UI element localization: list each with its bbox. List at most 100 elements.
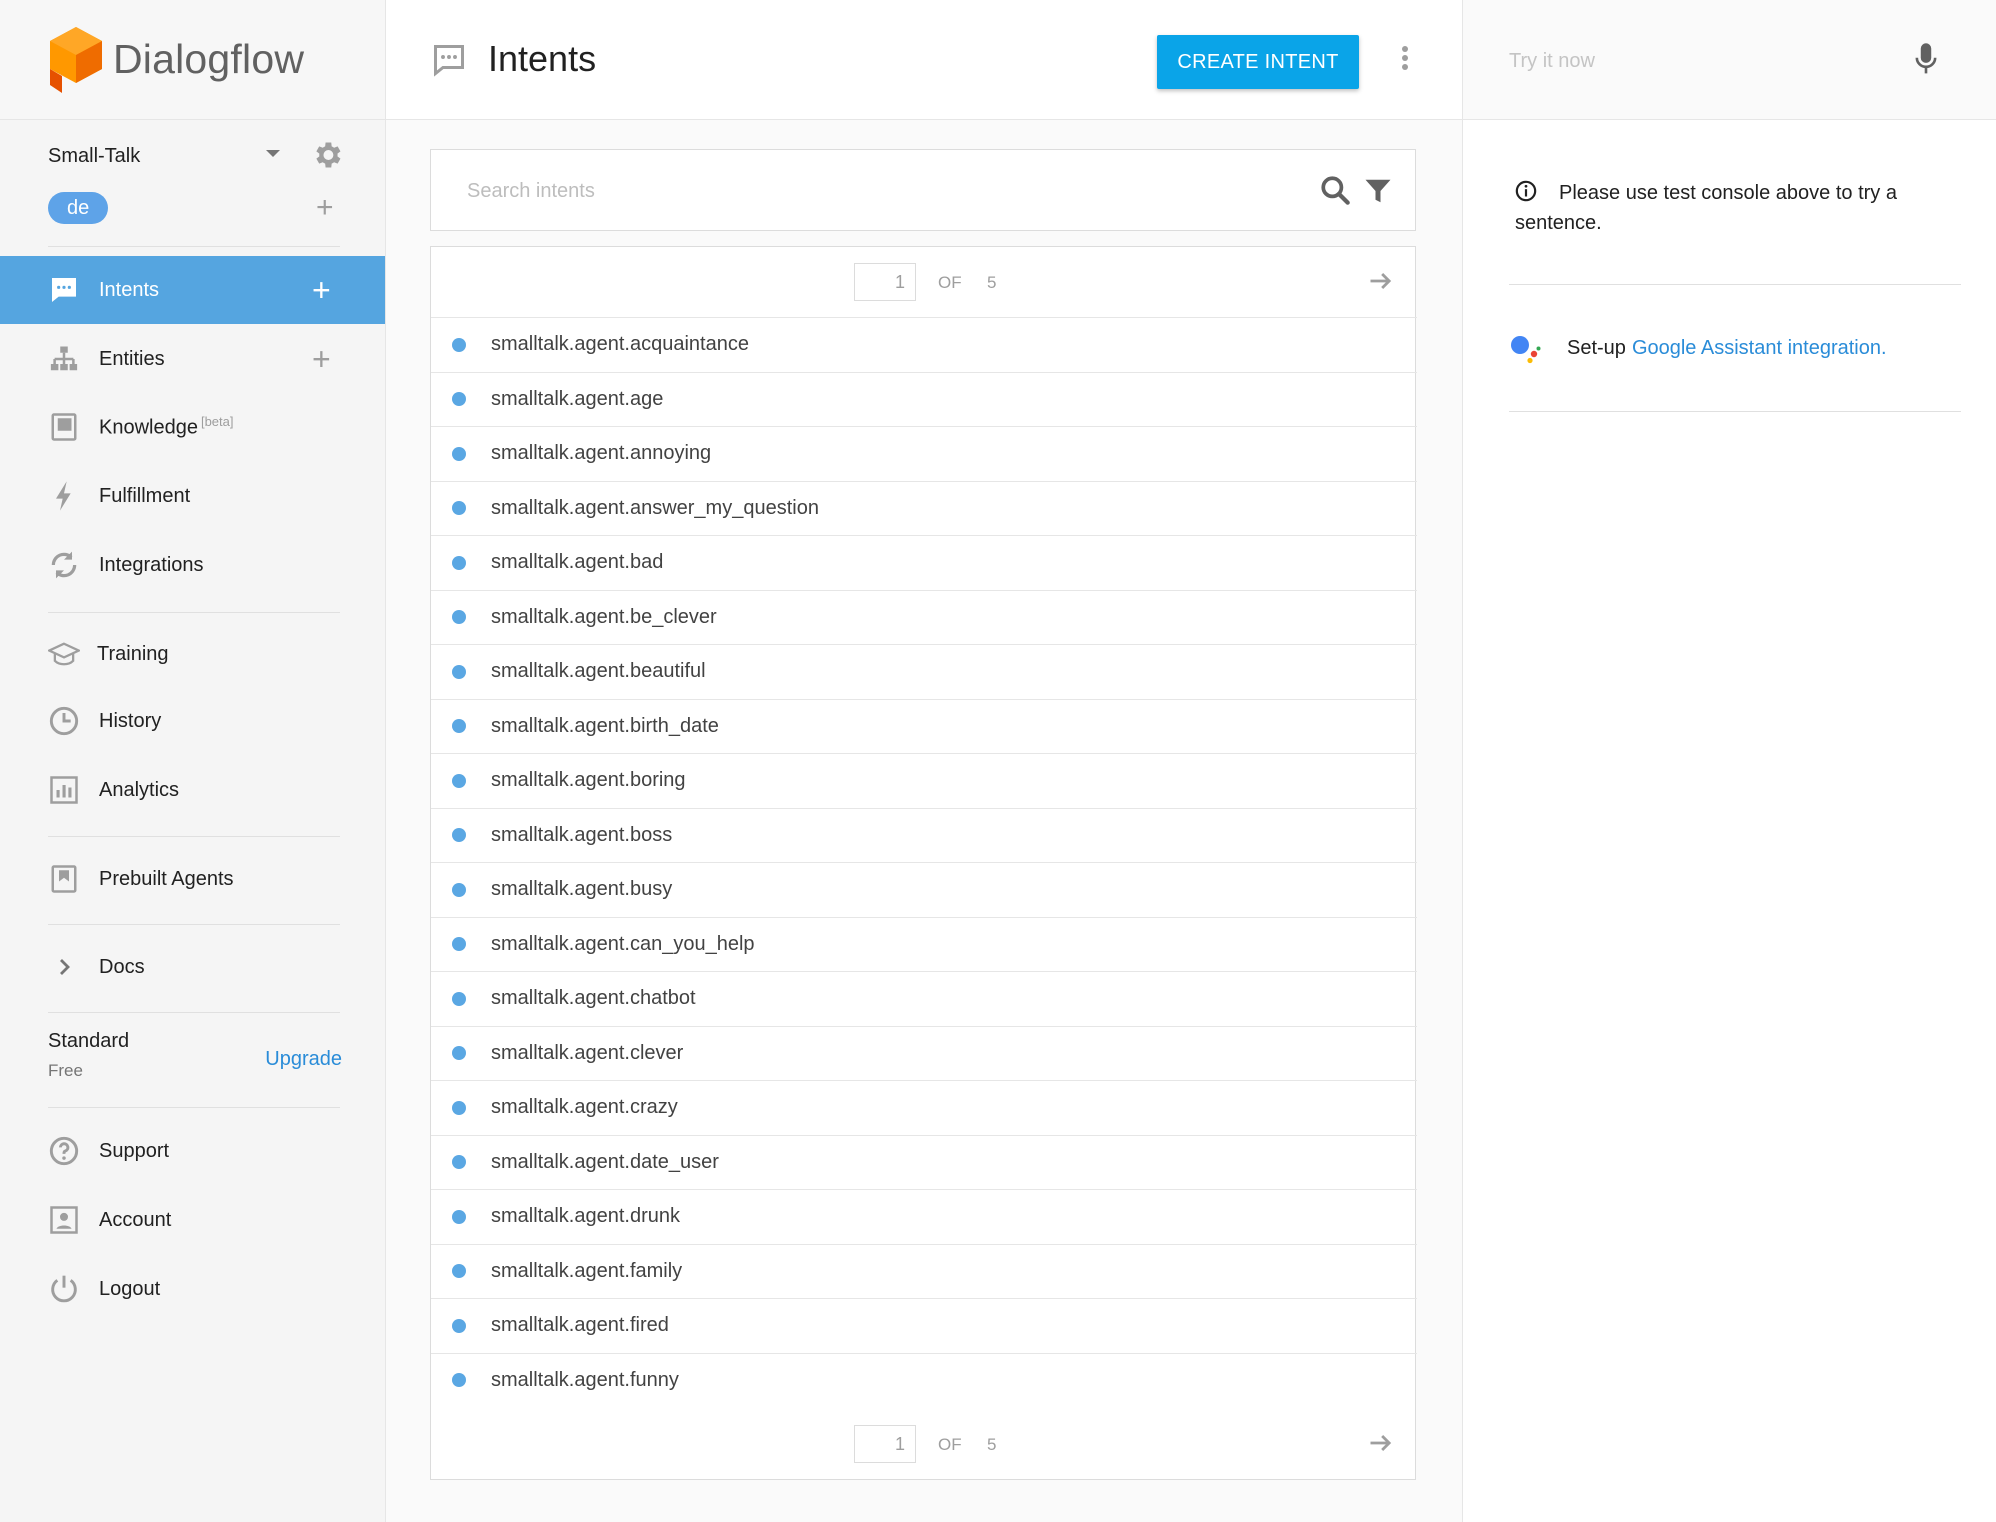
power-icon: [48, 1273, 80, 1305]
sidebar-item-label: Logout: [99, 1277, 161, 1300]
intent-name: smalltalk.agent.fired: [491, 1314, 669, 1337]
bar-chart-icon: [48, 774, 80, 806]
intent-name: smalltalk.agent.age: [491, 387, 664, 410]
search-icon[interactable]: [1319, 174, 1351, 206]
intent-list: smalltalk.agent.acquaintance smalltalk.ag…: [431, 317, 1417, 1407]
intent-name: smalltalk.agent.acquaintance: [491, 333, 749, 356]
intent-status-dot: [452, 1373, 466, 1388]
intent-row[interactable]: smalltalk.agent.answer_my_question: [431, 480, 1417, 536]
language-badge[interactable]: de: [48, 192, 109, 224]
sidebar-item-integrations[interactable]: Integrations: [0, 531, 385, 599]
add-intent-icon[interactable]: +: [312, 274, 331, 306]
ga-prefix-text: Set-up: [1567, 336, 1626, 359]
intent-status-dot: [452, 392, 466, 407]
intent-row[interactable]: smalltalk.agent.crazy: [431, 1080, 1417, 1135]
intent-status-dot: [452, 991, 466, 1006]
intent-row[interactable]: smalltalk.agent.chatbot: [431, 971, 1417, 1026]
intent-status-dot: [452, 1264, 466, 1279]
intent-row[interactable]: smalltalk.agent.date_user: [431, 1134, 1417, 1190]
sidebar-item-knowledge[interactable]: Knowledge [beta]: [0, 393, 385, 461]
intent-row[interactable]: smalltalk.agent.beautiful: [431, 644, 1417, 699]
intent-name: smalltalk.agent.clever: [491, 1041, 684, 1064]
sidebar-item-training[interactable]: Training: [0, 620, 385, 688]
pagination-of-label: OF: [938, 1435, 962, 1454]
knowledge-label-wrap: Knowledge [beta]: [99, 414, 234, 440]
brand-name: Dialogflow: [113, 36, 305, 82]
sidebar-item-analytics[interactable]: Analytics: [0, 756, 385, 824]
page-title: Intents: [488, 38, 597, 79]
intent-name: smalltalk.agent.answer_my_question: [491, 496, 819, 519]
search-box: [430, 149, 1416, 231]
intent-row[interactable]: smalltalk.agent.acquaintance: [431, 317, 1417, 372]
filter-icon[interactable]: [1363, 176, 1393, 206]
gear-icon[interactable]: [310, 138, 344, 172]
sidebar-item-label: Training: [97, 642, 169, 665]
divider: [48, 1012, 340, 1013]
page-number-input[interactable]: [854, 263, 916, 301]
sidebar-item-logout[interactable]: Logout: [0, 1255, 385, 1323]
more-vert-icon[interactable]: [1400, 46, 1410, 72]
intent-name: smalltalk.agent.chatbot: [491, 987, 696, 1010]
sidebar: Dialogflow Small-Talk de + Intents + Ent…: [0, 0, 386, 1522]
sidebar-item-intents[interactable]: Intents +: [0, 256, 385, 324]
arrow-right-icon[interactable]: [1367, 267, 1395, 295]
sidebar-item-entities[interactable]: Entities +: [0, 325, 385, 393]
page-header: Intents CREATE INTENT: [386, 0, 1462, 120]
divider: [48, 836, 340, 837]
agent-selector[interactable]: Small-Talk: [48, 136, 346, 176]
intent-status-dot: [452, 1318, 466, 1333]
intent-row[interactable]: smalltalk.agent.clever: [431, 1025, 1417, 1081]
chat-icon: [434, 45, 464, 77]
graduation-cap-icon: [48, 638, 80, 670]
page-number-input[interactable]: [854, 1425, 916, 1463]
intent-row[interactable]: smalltalk.agent.boss: [431, 807, 1417, 863]
add-language-icon[interactable]: +: [316, 193, 334, 223]
test-console-panel: Please use test console above to try a s…: [1462, 0, 1996, 1522]
search-input[interactable]: [467, 174, 1267, 208]
sidebar-item-account[interactable]: Account: [0, 1186, 385, 1254]
intent-status-dot: [452, 446, 466, 461]
try-it-now-input[interactable]: [1509, 44, 1889, 78]
intent-row[interactable]: smalltalk.agent.can_you_help: [431, 916, 1417, 972]
google-assistant-integration-link[interactable]: Google Assistant integration.: [1632, 337, 1887, 360]
create-intent-button[interactable]: CREATE INTENT: [1157, 35, 1359, 89]
google-assistant-setup: Set-up Google Assistant integration.: [1509, 328, 1961, 368]
intent-name: smalltalk.agent.funny: [491, 1368, 679, 1391]
sidebar-item-prebuilt-agents[interactable]: Prebuilt Agents: [0, 845, 385, 913]
microphone-icon[interactable]: [1913, 42, 1939, 76]
intent-row[interactable]: smalltalk.agent.family: [431, 1243, 1417, 1299]
intent-row[interactable]: smalltalk.agent.drunk: [431, 1189, 1417, 1244]
intent-row[interactable]: smalltalk.agent.be_clever: [431, 589, 1417, 645]
intent-row[interactable]: smalltalk.agent.bad: [431, 535, 1417, 590]
main-panel: Intents CREATE INTENT OF 5 smalltalk.age…: [386, 0, 1462, 1522]
intent-row[interactable]: smalltalk.agent.fired: [431, 1298, 1417, 1353]
sidebar-item-fulfillment[interactable]: Fulfillment: [0, 462, 385, 530]
intent-status-dot: [452, 610, 466, 625]
sidebar-item-label: Prebuilt Agents: [99, 867, 234, 890]
intent-row[interactable]: smalltalk.agent.funny: [431, 1352, 1417, 1408]
divider: [48, 246, 340, 247]
sidebar-item-label: Fulfillment: [99, 484, 191, 507]
logo-row[interactable]: Dialogflow: [0, 0, 385, 120]
intent-status-dot: [452, 1046, 466, 1061]
intent-status-dot: [452, 937, 466, 952]
help-circle-icon: [48, 1135, 80, 1167]
sidebar-item-docs[interactable]: Docs: [0, 933, 385, 1001]
caret-down-icon[interactable]: [266, 150, 280, 157]
beta-badge: [beta]: [200, 414, 234, 430]
arrow-right-icon[interactable]: [1367, 1429, 1395, 1457]
add-entity-icon[interactable]: +: [312, 343, 331, 375]
intent-name: smalltalk.agent.family: [491, 1259, 683, 1282]
intent-row[interactable]: smalltalk.agent.birth_date: [431, 698, 1417, 754]
sidebar-item-label: Knowledge: [99, 416, 198, 439]
intent-list-container: OF 5 smalltalk.agent.acquaintancesmallta…: [430, 246, 1417, 1480]
intent-row[interactable]: smalltalk.agent.boring: [431, 753, 1417, 808]
intent-name: smalltalk.agent.bad: [491, 551, 664, 574]
sidebar-item-history[interactable]: History: [0, 687, 385, 755]
intent-row[interactable]: smalltalk.agent.busy: [431, 862, 1417, 917]
intent-row[interactable]: smalltalk.agent.age: [431, 371, 1417, 427]
intent-row[interactable]: smalltalk.agent.annoying: [431, 426, 1417, 481]
pagination-total: 5: [987, 273, 997, 292]
sidebar-item-support[interactable]: Support: [0, 1117, 385, 1185]
upgrade-link[interactable]: Upgrade: [265, 1048, 342, 1071]
